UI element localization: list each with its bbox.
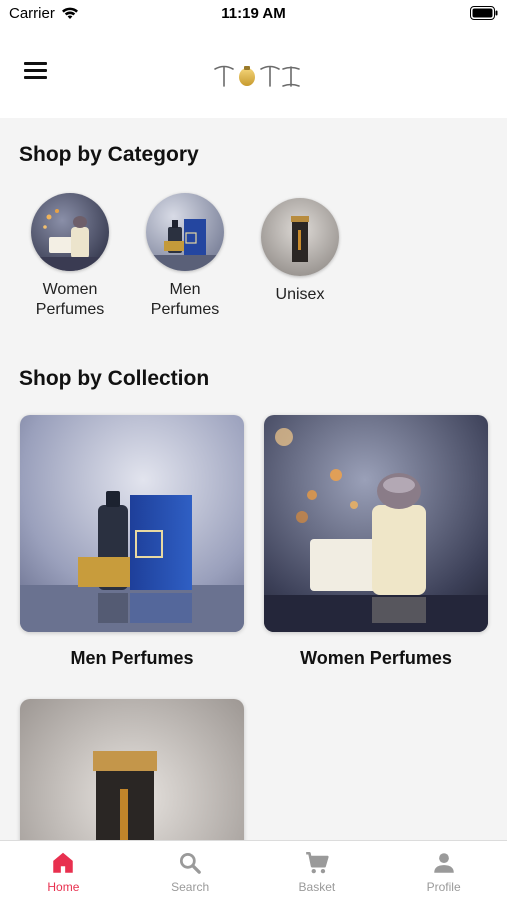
- category-section-title: Shop by Category: [19, 143, 199, 166]
- person-icon: [433, 853, 454, 873]
- collection-women-image: [264, 415, 488, 632]
- cart-icon: [306, 851, 329, 874]
- collection-section-title: Shop by Collection: [19, 367, 210, 390]
- category-women-perfumes[interactable]: Women Perfumes: [15, 193, 125, 320]
- collection-label: Women Perfumes: [300, 648, 452, 668]
- collection-unisex[interactable]: [20, 699, 244, 840]
- hamburger-menu-icon[interactable]: [24, 62, 47, 80]
- tab-label: Basket: [298, 880, 336, 894]
- category-label: Men Perfumes: [150, 281, 220, 318]
- bottom-tab-bar: Home Search Basket Profile: [0, 840, 507, 900]
- collection-men-image: [20, 415, 244, 632]
- tab-label: Home: [47, 880, 80, 894]
- collection-unisex-image: [20, 699, 244, 840]
- brand-logo: [214, 65, 300, 87]
- tab-profile[interactable]: Profile: [380, 841, 507, 900]
- category-unisex-image: [261, 198, 339, 276]
- category-unisex[interactable]: Unisex: [245, 198, 355, 305]
- tab-basket[interactable]: Basket: [254, 841, 381, 900]
- battery-icon: [470, 6, 498, 20]
- category-men-perfumes[interactable]: Men Perfumes: [130, 193, 240, 320]
- status-time: 11:19 AM: [221, 5, 286, 22]
- home-content[interactable]: Shop by Category Women Perfumes Men Perf…: [0, 118, 507, 840]
- category-label: Unisex: [275, 286, 325, 303]
- status-bar: Carrier 11:19 AM: [0, 0, 507, 32]
- category-label: Women Perfumes: [35, 281, 105, 318]
- tab-label: Search: [171, 880, 210, 894]
- collection-men-perfumes[interactable]: Men Perfumes: [20, 415, 244, 669]
- search-icon: [180, 852, 201, 874]
- home-icon: [53, 852, 74, 873]
- tab-search[interactable]: Search: [127, 841, 254, 900]
- tab-home[interactable]: Home: [0, 841, 127, 900]
- collection-label: Men Perfumes: [70, 648, 194, 668]
- collection-women-perfumes[interactable]: Women Perfumes: [264, 415, 488, 669]
- tab-label: Profile: [426, 880, 461, 894]
- category-women-image: [31, 193, 109, 271]
- app-header: [0, 32, 507, 118]
- category-men-image: [146, 193, 224, 271]
